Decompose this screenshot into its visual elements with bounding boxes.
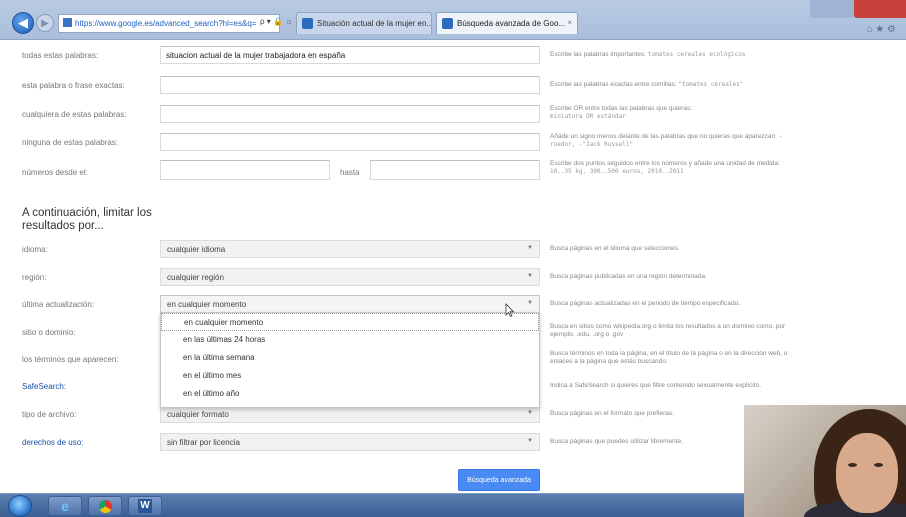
none-words-input[interactable] [160,133,540,151]
advanced-search-button[interactable]: Búsqueda avanzada [458,469,540,491]
chevron-down-icon: ▼ [527,245,533,251]
webcam-person-eye [848,463,857,467]
last-update-dropdown-list: en cualquier momento en las últimas 24 h… [160,312,540,408]
exact-phrase-hint: Escribe las palabras exactas entre comil… [550,81,744,88]
any-words-hint: Escribe OR entre todas las palabras que … [550,105,692,120]
usage-rights-link[interactable]: derechos de uso: [22,438,83,447]
site-favicon-icon [63,18,72,27]
tab-label: Búsqueda avanzada de Goo... [457,19,566,28]
last-update-hint: Busca páginas actualizadas en el periodo… [550,300,741,307]
tab-favicon-icon [302,18,313,29]
address-bar-tools[interactable]: ρ ▾ 🔒 ☼ [260,17,293,26]
back-arrow-icon[interactable]: ◀ [12,12,34,34]
window-minimize-button[interactable] [810,0,854,18]
word-logo-icon: W [138,499,152,513]
browser-titlebar: ◀ ▶ https://www.google.es/advanced_searc… [0,0,906,40]
region-select[interactable]: cualquier región ▼ [160,268,540,286]
terms-appear-label: los términos que aparecen: [22,355,119,364]
any-words-input[interactable] [160,105,540,123]
safesearch-hint: Indica a SafeSearch si quieres que filtr… [550,382,762,389]
site-domain-hint: Busca en sitios como wikipedia.org o lim… [550,323,786,338]
chevron-down-icon: ▼ [527,438,533,444]
webcam-person-eye [874,463,883,467]
dropdown-option[interactable]: en las últimas 24 horas [161,331,539,349]
usage-rights-select[interactable]: sin filtrar por licencia ▼ [160,433,540,451]
dropdown-option[interactable]: en cualquier momento [161,313,539,331]
language-select[interactable]: cualquier idioma ▼ [160,240,540,258]
language-select-value: cualquier idioma [167,245,226,254]
tab-favicon-icon [442,18,453,29]
webcam-person-face [836,433,898,513]
chevron-down-icon: ▼ [527,273,533,279]
usage-rights-select-value: sin filtrar por licencia [167,438,240,447]
region-label: región: [22,273,47,282]
all-words-input[interactable]: situacion actual de la mujer trabajadora… [160,46,540,64]
last-update-select-value: en cualquier momento [167,300,247,309]
language-label: idioma: [22,245,48,254]
address-text: https://www.google.es/advanced_search?hl… [75,19,257,28]
last-update-label: última actualización: [22,300,95,309]
limit-results-heading: A continuación, limitar los resultados p… [22,207,152,232]
tab-close-icon[interactable]: × [567,18,572,27]
chevron-down-icon: ▼ [527,300,533,306]
dropdown-option[interactable]: en el último mes [161,367,539,385]
numbers-to-input[interactable] [370,160,540,180]
none-words-hint: Añade un signo menos delante de las pala… [550,133,783,148]
forward-arrow-icon[interactable]: ▶ [36,14,54,32]
all-words-label: todas estas palabras: [22,51,99,60]
region-hint: Busca páginas publicadas en una región d… [550,273,707,280]
chrome-logo-icon [98,499,112,513]
file-type-select-value: cualquier formato [167,410,229,419]
mouse-pointer-icon [505,303,515,317]
numbers-to-label: hasta [340,168,360,177]
dropdown-option[interactable]: en la última semana [161,349,539,367]
word-taskbar-icon[interactable]: W [128,496,162,516]
last-update-select[interactable]: en cualquier momento ▼ [160,295,540,313]
numbers-from-input[interactable] [160,160,330,180]
site-domain-label: sitio o dominio: [22,328,76,337]
file-type-label: tipo de archivo: [22,410,77,419]
window-close-button[interactable] [810,0,906,18]
numbers-from-label: números desde el: [22,168,88,177]
safesearch-link[interactable]: SafeSearch: [22,382,66,391]
none-words-label: ninguna de estas palabras: [22,138,119,147]
numbers-hint: Escribe dos puntos seguidos entre los nú… [550,160,780,175]
terms-appear-hint: Busca términos en toda la página, en el … [550,350,788,365]
address-bar[interactable]: https://www.google.es/advanced_search?hl… [58,14,280,33]
dropdown-option[interactable]: en el último año [161,385,539,403]
region-select-value: cualquier región [167,273,224,282]
tab-label: Situación actual de la mujer en... [317,19,432,28]
tab-busqueda-avanzada[interactable]: Búsqueda avanzada de Goo... × [436,12,578,34]
exact-phrase-label: esta palabra o frase exactas: [22,81,125,90]
tab-situacion-actual[interactable]: Situación actual de la mujer en... [296,12,432,34]
language-hint: Busca páginas en el idioma que seleccion… [550,245,680,252]
exact-phrase-input[interactable] [160,76,540,94]
any-words-label: cualquiera de estas palabras: [22,110,127,119]
internet-explorer-taskbar-icon[interactable]: e [48,496,82,516]
all-words-hint: Escribe las palabras importantes: tomate… [550,51,746,58]
browser-toolbar-icons[interactable]: ⌂ ★ ⚙ [866,24,896,35]
start-button[interactable] [8,495,32,517]
chrome-taskbar-icon[interactable] [88,496,122,516]
chevron-down-icon: ▼ [527,410,533,416]
webcam-overlay [744,405,906,517]
